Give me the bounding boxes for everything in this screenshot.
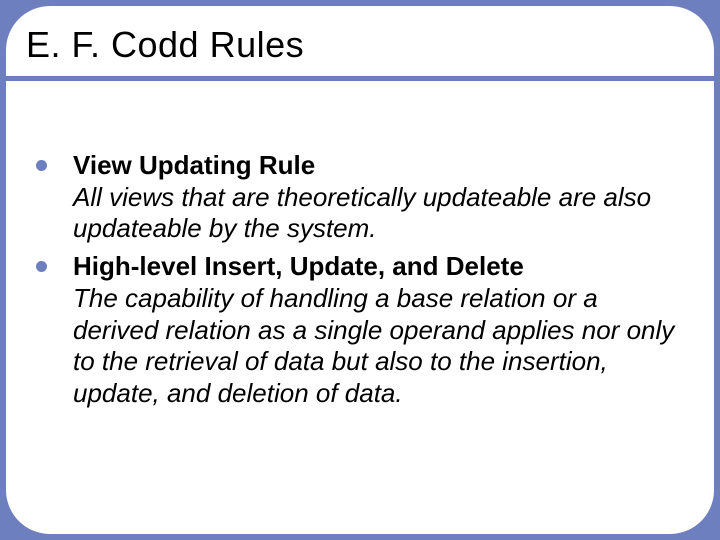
list-item: View Updating Rule All views that are th… [36,150,686,245]
slide-title: E. F. Codd Rules [26,24,304,66]
rule-heading: View Updating Rule [73,150,315,180]
list-item-body: View Updating Rule All views that are th… [73,150,686,245]
list-item: High-level Insert, Update, and Delete Th… [36,251,686,410]
rule-heading: High-level Insert, Update, and Delete [73,251,524,281]
title-divider [0,76,720,81]
slide-content: View Updating Rule All views that are th… [36,150,686,416]
list-item-body: High-level Insert, Update, and Delete Th… [73,251,686,410]
rule-description: All views that are theoretically updatea… [73,182,686,245]
rule-description: The capability of handling a base relati… [73,283,686,410]
bullet-icon [36,160,47,171]
bullet-icon [36,261,47,272]
